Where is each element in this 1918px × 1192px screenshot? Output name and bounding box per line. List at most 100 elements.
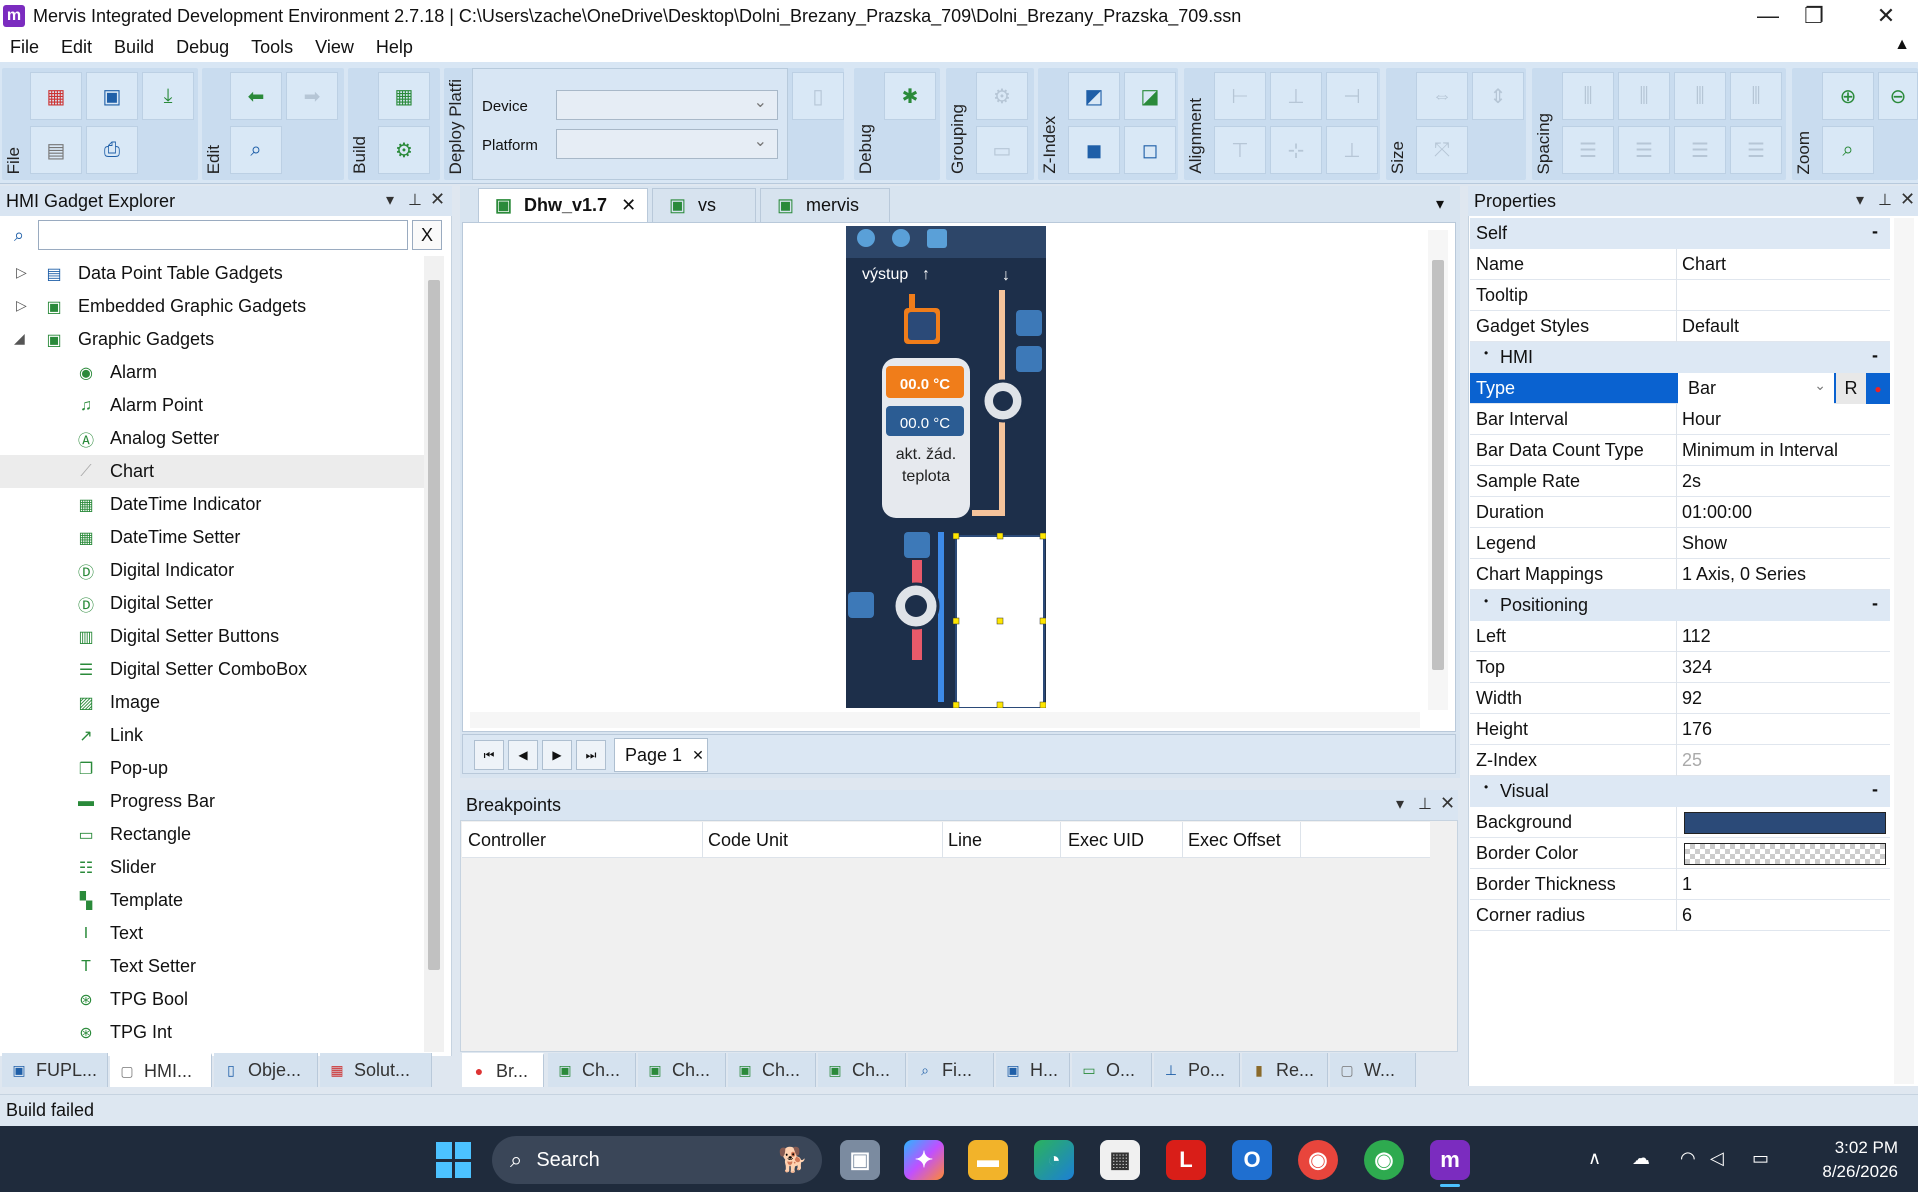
- tab-objects[interactable]: ▯ Obje...: [214, 1053, 318, 1087]
- panel-close-icon[interactable]: ✕: [1440, 793, 1455, 814]
- same-width-icon[interactable]: ⇔: [1416, 72, 1468, 120]
- volume-icon[interactable]: ◁: [1710, 1148, 1724, 1169]
- print-icon[interactable]: ⎙: [86, 126, 138, 174]
- doc-tab-vs[interactable]: ▣ vs: [652, 188, 756, 222]
- menu-build[interactable]: Build: [104, 37, 166, 58]
- battery-icon[interactable]: ▭: [1752, 1148, 1769, 1169]
- gadget-digital-setter-combobox[interactable]: ☰ Digital Setter ComboBox: [76, 653, 307, 686]
- prev-page-icon[interactable]: ◀: [508, 740, 538, 770]
- prop-bar-data-count-type[interactable]: Bar Data Count Type Minimum in Interval: [1470, 435, 1890, 466]
- align-center-icon[interactable]: ⊥: [1270, 72, 1322, 120]
- gadget-search-input[interactable]: [38, 220, 408, 250]
- clock-date[interactable]: 8/26/2026: [1800, 1162, 1898, 1182]
- gadget-progress-bar[interactable]: ▬ Progress Bar: [76, 785, 215, 818]
- col-exec-offset[interactable]: Exec Offset: [1188, 830, 1281, 851]
- undo-icon[interactable]: ⬅: [230, 72, 282, 120]
- menu-debug[interactable]: Debug: [166, 37, 241, 58]
- prop-chart-mappings[interactable]: Chart Mappings 1 Axis, 0 Series: [1470, 559, 1890, 590]
- prop-value[interactable]: Hour: [1682, 409, 1721, 430]
- prop-top[interactable]: Top 324: [1470, 652, 1890, 683]
- clock-time[interactable]: 3:02 PM: [1808, 1138, 1898, 1158]
- gadget-analog-setter[interactable]: Ⓐ Analog Setter: [76, 422, 219, 455]
- tab-h[interactable]: ▣ H...: [996, 1053, 1070, 1087]
- scrollbar-thumb[interactable]: [1432, 260, 1444, 670]
- border-color-swatch[interactable]: [1684, 843, 1886, 865]
- cloud-icon[interactable]: ☁: [1632, 1148, 1650, 1169]
- prop-corner-radius[interactable]: Corner radius 6: [1470, 900, 1890, 931]
- align-right-icon[interactable]: ⊣: [1326, 72, 1378, 120]
- binding-dot-icon[interactable]: ●: [1866, 373, 1890, 404]
- hspace-dec-icon[interactable]: ⫼: [1674, 72, 1726, 120]
- reset-button[interactable]: R: [1836, 373, 1866, 404]
- scrollbar-thumb[interactable]: [428, 280, 440, 970]
- outlook-icon[interactable]: O: [1232, 1140, 1272, 1180]
- zoom-out-icon[interactable]: ⊖: [1878, 72, 1918, 120]
- gadget-rectangle[interactable]: ▭ Rectangle: [76, 818, 191, 851]
- tree-group-data-point-table[interactable]: ▤ Data Point Table Gadgets: [44, 257, 282, 290]
- col-controller[interactable]: Controller: [468, 830, 546, 851]
- gadget-text-setter[interactable]: T Text Setter: [76, 950, 196, 983]
- properties-scrollbar[interactable]: [1894, 218, 1914, 1084]
- background-color-swatch[interactable]: [1684, 812, 1886, 834]
- prop-tooltip[interactable]: Tooltip: [1470, 280, 1890, 311]
- hspace-inc-icon[interactable]: ⫼: [1618, 72, 1670, 120]
- gadget-digital-setter[interactable]: Ⓓ Digital Setter: [76, 587, 213, 620]
- gadget-tpg-bool[interactable]: ⊛ TPG Bool: [76, 983, 188, 1016]
- prop-bar-interval[interactable]: Bar Interval Hour: [1470, 404, 1890, 435]
- prop-height[interactable]: Height 176: [1470, 714, 1890, 745]
- align-left-icon[interactable]: ⊢: [1214, 72, 1266, 120]
- panel-close-icon[interactable]: ✕: [1900, 189, 1915, 210]
- gadget-link[interactable]: ↗ Link: [76, 719, 143, 752]
- windows-start-icon[interactable]: [436, 1142, 472, 1178]
- export-icon[interactable]: ⤓: [142, 72, 194, 120]
- prop-value[interactable]: Show: [1682, 533, 1727, 554]
- device-combo[interactable]: [556, 90, 778, 120]
- taskbar-search[interactable]: ⌕ Search 🐕: [492, 1136, 822, 1184]
- prop-legend[interactable]: Legend Show: [1470, 528, 1890, 559]
- menu-tools[interactable]: Tools: [241, 37, 305, 58]
- explorer-scrollbar[interactable]: [424, 256, 444, 1052]
- tab-re[interactable]: ▮ Re...: [1242, 1053, 1328, 1087]
- hspace-equal-icon[interactable]: ⫼: [1562, 72, 1614, 120]
- wifi-icon[interactable]: ◠: [1680, 1148, 1696, 1169]
- bring-to-front-icon[interactable]: ◼: [1068, 126, 1120, 174]
- tab-hmi[interactable]: ▢ HMI...: [110, 1053, 212, 1087]
- zoom-in-icon[interactable]: ⊕: [1822, 72, 1874, 120]
- tab-list-icon[interactable]: ▾: [1436, 194, 1444, 214]
- deploy-icon[interactable]: ▯: [792, 72, 844, 120]
- tray-chevron-icon[interactable]: ∧: [1588, 1148, 1601, 1169]
- menu-file[interactable]: File: [0, 37, 51, 58]
- temp2-value[interactable]: 00.0 °C: [886, 415, 964, 432]
- send-to-back-icon[interactable]: ◻: [1124, 126, 1176, 174]
- vspace-remove-icon[interactable]: ☰: [1730, 126, 1782, 174]
- pin-icon[interactable]: ⊥: [1418, 794, 1432, 814]
- panel-menu-icon[interactable]: ▾: [1856, 190, 1864, 210]
- tab-breakpoints[interactable]: ● Br...: [462, 1053, 544, 1087]
- chrome-profile-icon[interactable]: ◉: [1364, 1140, 1404, 1180]
- tab-ch4[interactable]: ▣ Ch...: [818, 1053, 906, 1087]
- gadget-alarm[interactable]: ◉ Alarm: [76, 356, 157, 389]
- last-page-icon[interactable]: ⏭: [576, 740, 606, 770]
- zoom-fit-icon[interactable]: ⌕: [1822, 126, 1874, 174]
- gadget-digital-setter-buttons[interactable]: ▥ Digital Setter Buttons: [76, 620, 279, 653]
- doc-tab-dhw[interactable]: ▣ Dhw_v1.7 ✕: [478, 188, 648, 222]
- tab-fupl[interactable]: ▣ FUPL...: [2, 1053, 108, 1087]
- doc-tab-mervis[interactable]: ▣ mervis: [760, 188, 890, 222]
- gadget-text[interactable]: I Text: [76, 917, 143, 950]
- vspace-inc-icon[interactable]: ☰: [1618, 126, 1670, 174]
- tree-group-graphic-gadgets[interactable]: ▣ Graphic Gadgets: [44, 323, 214, 356]
- same-size-icon[interactable]: ⤧: [1416, 126, 1468, 174]
- tab-ch1[interactable]: ▣ Ch...: [548, 1053, 636, 1087]
- canvas-vscroll[interactable]: [1428, 230, 1448, 710]
- col-line[interactable]: Line: [948, 830, 982, 851]
- prop-sample-rate[interactable]: Sample Rate 2s: [1470, 466, 1890, 497]
- prop-name[interactable]: Name Chart: [1470, 249, 1890, 280]
- pin-icon[interactable]: ⊥: [1878, 190, 1892, 210]
- vspace-dec-icon[interactable]: ☰: [1674, 126, 1726, 174]
- category-visual[interactable]: • Visual -: [1470, 776, 1890, 807]
- file-explorer-icon[interactable]: ▬: [968, 1140, 1008, 1180]
- bring-forward-icon[interactable]: ◩: [1068, 72, 1120, 120]
- tab-find[interactable]: ⌕ Fi...: [908, 1053, 994, 1087]
- prop-value[interactable]: 324: [1682, 657, 1712, 678]
- vspace-equal-icon[interactable]: ☰: [1562, 126, 1614, 174]
